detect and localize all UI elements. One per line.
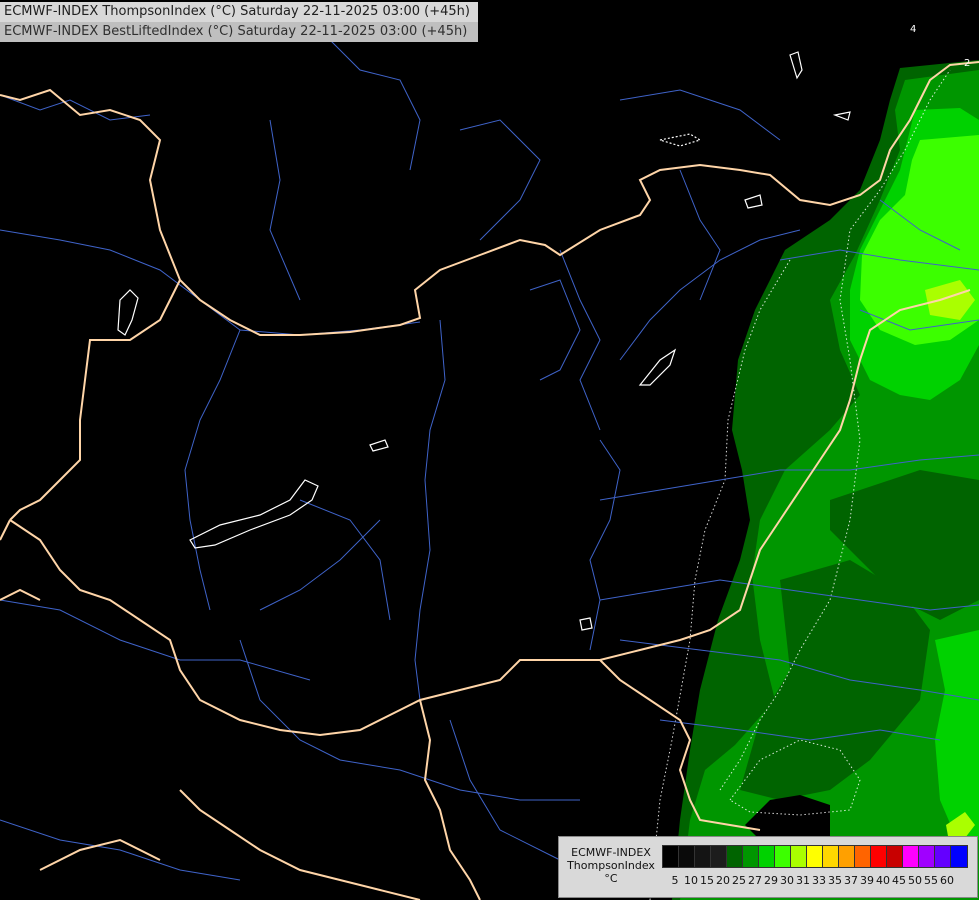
legend-label: ECMWF-INDEX ThompsonIndex °C bbox=[563, 846, 659, 885]
legend-tick: 10 bbox=[684, 874, 698, 887]
lake bbox=[117, 289, 139, 336]
legend-tick: 15 bbox=[700, 874, 714, 887]
color-legend: ECMWF-INDEX ThompsonIndex °C 5 10 15 20 25 27… bbox=[558, 836, 978, 898]
legend-tick: 29 bbox=[764, 874, 778, 887]
river bbox=[299, 499, 391, 621]
legend-tick: 30 bbox=[780, 874, 794, 887]
river bbox=[259, 519, 381, 611]
lake bbox=[789, 51, 803, 80]
lakes bbox=[117, 51, 851, 631]
river bbox=[559, 249, 601, 431]
legend-swatch bbox=[951, 846, 967, 867]
legend-parameter: ThompsonIndex bbox=[567, 859, 655, 872]
river bbox=[269, 119, 301, 301]
weather-map bbox=[0, 39, 979, 900]
river bbox=[529, 279, 581, 381]
lake bbox=[638, 348, 677, 386]
river bbox=[414, 319, 446, 701]
lake bbox=[579, 617, 593, 631]
legend-swatch bbox=[743, 846, 759, 867]
legend-tick: 60 bbox=[940, 874, 954, 887]
legend-swatch bbox=[727, 846, 743, 867]
legend-swatch bbox=[663, 846, 679, 867]
legend-swatch bbox=[791, 846, 807, 867]
legend-swatch bbox=[919, 846, 935, 867]
legend-swatch bbox=[759, 846, 775, 867]
lake bbox=[369, 439, 389, 452]
river bbox=[0, 819, 241, 881]
river bbox=[449, 719, 561, 861]
legend-swatch bbox=[871, 846, 887, 867]
map-title-thompson: ECMWF-INDEX ThompsonIndex (°C) Saturday … bbox=[0, 2, 478, 22]
border bbox=[0, 588, 41, 601]
legend-tick: 55 bbox=[924, 874, 938, 887]
lake bbox=[832, 111, 851, 121]
lake-balaton bbox=[189, 479, 319, 549]
border bbox=[39, 838, 161, 871]
legend-tick: 20 bbox=[716, 874, 730, 887]
legend-swatch bbox=[935, 846, 951, 867]
legend-tick: 35 bbox=[828, 874, 842, 887]
legend-unit: °C bbox=[604, 872, 618, 885]
legend-ticks: 5 10 15 20 25 27 29 30 31 33 35 37 39 40 45 50 55 60 bbox=[667, 874, 955, 888]
river bbox=[589, 439, 621, 651]
legend-tick: 39 bbox=[860, 874, 874, 887]
river bbox=[0, 229, 241, 331]
legend-tick: 33 bbox=[812, 874, 826, 887]
legend-tick: 27 bbox=[748, 874, 762, 887]
border bbox=[0, 519, 11, 541]
legend-swatch bbox=[775, 846, 791, 867]
legend-swatch bbox=[823, 846, 839, 867]
legend-tick: 5 bbox=[671, 874, 679, 887]
river bbox=[459, 119, 541, 241]
river bbox=[619, 89, 781, 141]
lake bbox=[659, 133, 702, 147]
legend-swatch bbox=[839, 846, 855, 867]
border bbox=[9, 279, 181, 521]
legend-tick: 40 bbox=[876, 874, 890, 887]
legend-swatch bbox=[679, 846, 695, 867]
river bbox=[0, 599, 311, 681]
legend-swatch bbox=[887, 846, 903, 867]
border bbox=[179, 789, 421, 900]
contour-label: 2 bbox=[964, 58, 971, 69]
legend-tick: 25 bbox=[732, 874, 746, 887]
contour-label: 4 bbox=[910, 24, 917, 35]
river bbox=[679, 169, 721, 301]
legend-tick: 50 bbox=[908, 874, 922, 887]
legend-model: ECMWF-INDEX bbox=[571, 846, 651, 859]
legend-tick: 31 bbox=[796, 874, 810, 887]
legend-swatch bbox=[695, 846, 711, 867]
river bbox=[329, 39, 421, 171]
legend-tick: 37 bbox=[844, 874, 858, 887]
legend-swatch bbox=[807, 846, 823, 867]
river bbox=[184, 329, 241, 611]
lake bbox=[744, 194, 763, 209]
legend-swatch bbox=[855, 846, 871, 867]
legend-swatch bbox=[903, 846, 919, 867]
legend-tick: 45 bbox=[892, 874, 906, 887]
border bbox=[419, 699, 481, 900]
map-title-lifted: ECMWF-INDEX BestLiftedIndex (°C) Saturda… bbox=[0, 22, 478, 42]
legend-swatches bbox=[662, 845, 968, 868]
legend-swatch bbox=[711, 846, 727, 867]
river bbox=[239, 639, 580, 801]
